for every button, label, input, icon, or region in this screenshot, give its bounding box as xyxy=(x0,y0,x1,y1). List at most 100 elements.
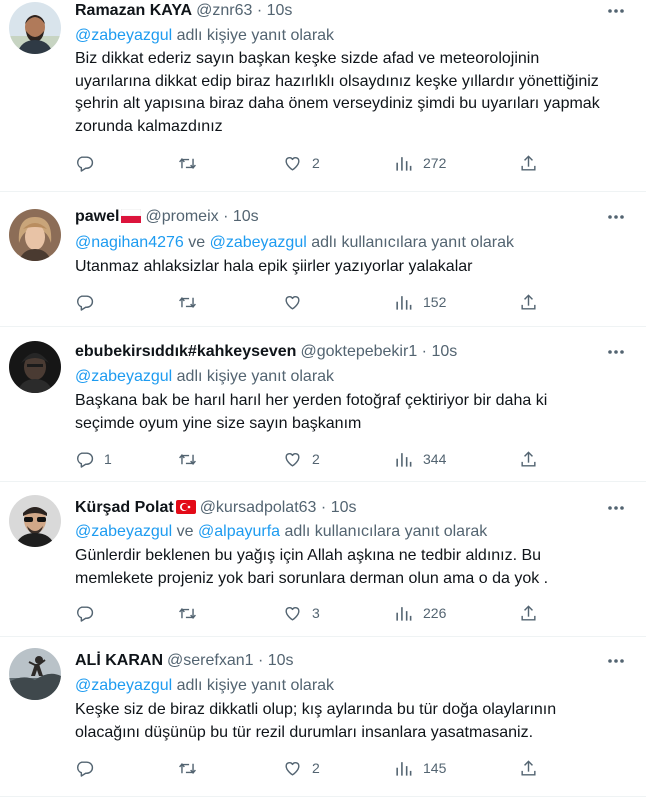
replying-to: @zabeyazgul adlı kişiye yanıt olarak xyxy=(75,25,334,47)
time-separator: · xyxy=(257,652,264,669)
mention-link[interactable]: @zabeyazgul xyxy=(75,677,172,694)
share-button[interactable] xyxy=(519,602,538,624)
views-button[interactable]: 145 xyxy=(394,757,446,779)
tweet-actions: 3 226 xyxy=(75,602,555,624)
tweet-header: Kürşad Polat @kursadpolat63 · 10s xyxy=(75,497,356,519)
views-icon xyxy=(396,452,412,467)
mention-link[interactable]: @zabeyazgul xyxy=(75,368,172,385)
tweet-reply[interactable]: ebubekirsıddık#kahkeyseven @goktepebekir1… xyxy=(0,327,646,482)
turkey-flag-icon xyxy=(175,500,196,514)
more-icon[interactable] xyxy=(606,498,626,518)
views-count: 145 xyxy=(423,760,447,776)
poland-flag-icon xyxy=(121,209,142,223)
reply-conjunction: ve xyxy=(176,523,194,540)
views-count: 344 xyxy=(423,451,447,467)
mention-link[interactable]: @alpayurfa xyxy=(198,523,280,540)
tweet-header: pawel @promeix · 10s xyxy=(75,206,259,228)
time-separator: · xyxy=(223,208,229,225)
timestamp[interactable]: 10s xyxy=(233,208,259,225)
tweet-actions: 2 145 xyxy=(75,757,555,779)
retweet-button[interactable] xyxy=(178,291,207,313)
share-icon xyxy=(521,759,536,776)
like-button[interactable]: 2 xyxy=(283,152,320,174)
timestamp[interactable]: 10s xyxy=(268,652,294,669)
replying-to: @nagihan4276 ve @zabeyazgul adlı kullanı… xyxy=(75,232,514,254)
display-name[interactable]: ebubekirsıddık#kahkeyseven xyxy=(75,343,296,360)
views-icon xyxy=(396,761,412,776)
replying-to: @zabeyazgul adlı kişiye yanıt olarak xyxy=(75,366,334,388)
reply-button[interactable] xyxy=(75,152,104,174)
mention-link[interactable]: @zabeyazgul xyxy=(75,523,172,540)
tweet-text-line: seçimde oyum yine size sayın başkanım xyxy=(75,414,362,432)
reply-button[interactable] xyxy=(75,291,104,313)
display-name[interactable]: ALİ KARAN xyxy=(75,652,163,669)
reply-suffix: adlı kullanıcılara yanıt olarak xyxy=(311,234,515,251)
more-icon[interactable] xyxy=(606,651,626,671)
retweet-button[interactable] xyxy=(178,448,207,470)
retweet-button[interactable] xyxy=(178,602,207,624)
display-name[interactable]: Kürşad Polat xyxy=(75,499,174,516)
display-name[interactable]: Ramazan KAYA xyxy=(75,2,192,19)
reply-icon xyxy=(77,605,94,622)
mention-link[interactable]: @nagihan4276 xyxy=(75,234,184,251)
like-count: 2 xyxy=(312,760,320,776)
tweet-text: Biz dikkat ederiz sayın başkan keşke siz… xyxy=(75,48,635,138)
more-icon[interactable] xyxy=(606,207,626,227)
timestamp[interactable]: 10s xyxy=(267,2,293,19)
tweet-header: ALİ KARAN @serefxan1 · 10s xyxy=(75,650,294,672)
like-count: 3 xyxy=(312,605,320,621)
mention-link[interactable]: @zabeyazgul xyxy=(210,234,307,251)
share-icon xyxy=(521,604,536,621)
avatar[interactable] xyxy=(9,648,61,700)
tweet-reply[interactable]: Ramazan KAYA @znr63 · 10s @zabeyazgul adlı… xyxy=(0,0,646,192)
like-button[interactable]: 3 xyxy=(283,602,320,624)
avatar[interactable] xyxy=(9,341,61,393)
share-button[interactable] xyxy=(519,757,538,779)
tweet-actions: 2 272 xyxy=(75,152,555,174)
user-handle[interactable]: @goktepebekir1 xyxy=(300,343,417,360)
views-button[interactable]: 272 xyxy=(394,152,446,174)
views-button[interactable]: 152 xyxy=(394,291,446,313)
more-icon[interactable] xyxy=(606,342,626,362)
mention-link[interactable]: @zabeyazgul xyxy=(75,27,172,44)
heart-icon xyxy=(285,452,300,467)
share-icon xyxy=(521,154,536,171)
reply-button[interactable] xyxy=(75,602,104,624)
views-button[interactable]: 226 xyxy=(394,602,446,624)
avatar[interactable] xyxy=(9,209,61,261)
share-button[interactable] xyxy=(519,152,538,174)
timestamp[interactable]: 10s xyxy=(431,343,457,360)
heart-icon xyxy=(285,761,300,776)
tweet-reply[interactable]: pawel @promeix · 10s @nagihan4276 ve @zabe… xyxy=(0,192,646,327)
like-button[interactable]: 2 xyxy=(283,757,320,779)
retweet-icon xyxy=(179,762,196,774)
tweet-reply[interactable]: ALİ KARAN @serefxan1 · 10s @zabeyazgul adl… xyxy=(0,637,646,797)
tweet-reply[interactable]: Kürşad Polat @kursadpolat63 · 10s @zabeyaz… xyxy=(0,482,646,637)
share-button[interactable] xyxy=(519,291,538,313)
like-button[interactable]: 2 xyxy=(283,448,320,470)
reply-icon xyxy=(77,155,94,172)
views-button[interactable]: 344 xyxy=(394,448,446,470)
reply-button[interactable]: 1 xyxy=(75,448,112,470)
reply-suffix: adlı kişiye yanıt olarak xyxy=(176,27,335,44)
user-handle[interactable]: @promeix xyxy=(145,208,218,225)
display-name[interactable]: pawel xyxy=(75,208,119,225)
share-button[interactable] xyxy=(519,448,538,470)
user-handle[interactable]: @kursadpolat63 xyxy=(200,499,317,516)
avatar[interactable] xyxy=(9,2,61,54)
more-icon[interactable] xyxy=(606,1,626,21)
reply-button[interactable] xyxy=(75,757,104,779)
avatar[interactable] xyxy=(9,495,61,547)
tweet-actions: 1 2 344 xyxy=(75,448,555,470)
reply-suffix: adlı kullanıcılara yanıt olarak xyxy=(284,523,488,540)
retweet-icon xyxy=(179,296,196,308)
retweet-button[interactable] xyxy=(178,757,207,779)
user-handle[interactable]: @znr63 xyxy=(196,2,252,19)
user-handle[interactable]: @serefxan1 xyxy=(167,652,254,669)
tweet-text: Keşke siz de biraz dikkatli olup; kış ay… xyxy=(75,699,635,744)
timestamp[interactable]: 10s xyxy=(331,499,357,516)
reply-suffix: adlı kişiye yanıt olarak xyxy=(176,677,335,694)
like-button[interactable] xyxy=(283,291,312,313)
retweet-button[interactable] xyxy=(178,152,207,174)
reply-conjunction: ve xyxy=(188,234,206,251)
